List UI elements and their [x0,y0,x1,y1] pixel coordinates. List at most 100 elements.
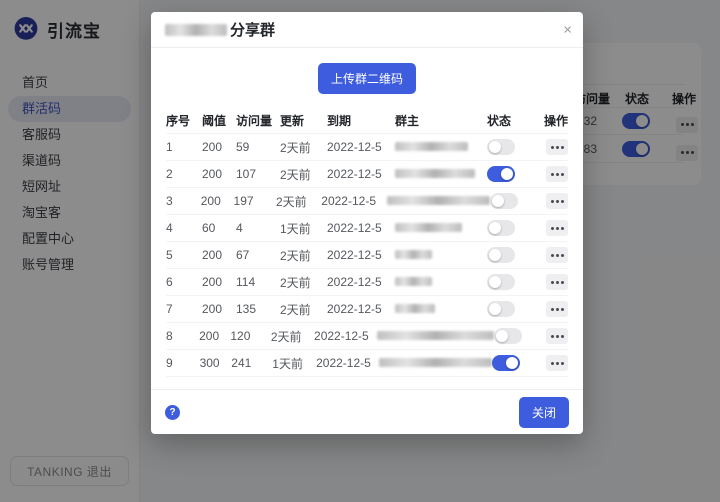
cell-expires: 2022-12-5 [321,194,387,208]
cell-updated: 1天前 [272,355,316,372]
cell-updated: 2天前 [280,139,327,156]
row-actions-button[interactable] [546,220,568,236]
redacted-owner-name [395,223,462,232]
table-row: 6 200 114 2天前 2022-12-5 [166,269,568,296]
row-actions-button[interactable] [546,247,568,263]
ellipsis-icon [551,173,554,176]
col-header-threshold: 阈值 [202,112,236,129]
share-group-modal: 分享群 × 上传群二维码 序号 阈值 访问量 更新 到期 群主 状态 操作 1 … [151,12,583,434]
cell-index: 5 [166,248,202,262]
redacted-owner-name [395,277,432,286]
redacted-owner-name [395,250,432,259]
cell-actions [544,139,568,155]
ellipsis-icon [551,335,554,338]
cell-visits: 120 [230,329,270,343]
cell-expires: 2022-12-5 [314,329,377,343]
status-toggle[interactable] [490,193,518,209]
help-icon[interactable]: ? [165,405,180,420]
row-actions-button[interactable] [546,193,568,209]
toggle-knob [492,195,504,207]
redacted-owner-name [377,331,494,340]
cell-index: 1 [166,140,202,154]
cell-owner [395,221,487,235]
col-header-actions: 操作 [544,112,568,129]
cell-threshold: 200 [202,302,236,316]
table-row: 1 200 59 2天前 2022-12-5 [166,134,568,161]
cell-actions [544,247,568,263]
ellipsis-icon [551,254,554,257]
cell-threshold: 200 [201,194,234,208]
col-header-updated: 更新 [280,112,327,129]
modal-title-text: 分享群 [230,19,275,40]
col-header-status: 状态 [487,112,544,129]
table-row: 7 200 135 2天前 2022-12-5 [166,296,568,323]
cell-visits: 114 [236,275,280,289]
close-button[interactable]: 关闭 [519,397,569,428]
upload-row: 上传群二维码 [151,63,583,94]
status-toggle[interactable] [487,247,515,263]
status-toggle[interactable] [487,139,515,155]
cell-visits: 4 [236,221,280,235]
close-icon[interactable]: × [563,22,572,37]
modal-header: 分享群 × [151,12,583,48]
row-actions-button[interactable] [546,328,568,344]
status-toggle[interactable] [487,220,515,236]
cell-actions [544,166,568,182]
cell-threshold: 200 [202,275,236,289]
cell-status [487,220,544,236]
status-toggle[interactable] [487,274,515,290]
toggle-knob [489,276,501,288]
cell-visits: 67 [236,248,280,262]
cell-updated: 2天前 [280,274,327,291]
cell-index: 3 [166,194,201,208]
cell-actions [546,328,568,344]
cell-visits: 241 [231,356,272,370]
toggle-knob [496,330,508,342]
redacted-owner-name [395,142,468,151]
cell-owner [379,356,492,370]
cell-status [490,193,545,209]
cell-status [487,247,544,263]
ellipsis-icon [551,200,554,203]
cell-owner [387,194,490,208]
row-actions-button[interactable] [546,301,568,317]
table-row: 9 300 241 1天前 2022-12-5 [166,350,568,377]
cell-expires: 2022-12-5 [327,221,395,235]
status-toggle[interactable] [494,328,522,344]
cell-visits: 107 [236,167,280,181]
cell-actions [546,355,568,371]
ellipsis-icon [551,146,554,149]
table-row: 3 200 197 2天前 2022-12-5 [166,188,568,215]
cell-index: 8 [166,329,199,343]
cell-actions [545,193,568,209]
status-toggle[interactable] [487,301,515,317]
redacted-group-name [165,24,227,36]
table-row: 8 200 120 2天前 2022-12-5 [166,323,568,350]
col-header-expires: 到期 [327,112,395,129]
cell-threshold: 200 [202,167,236,181]
status-toggle[interactable] [487,166,515,182]
status-toggle[interactable] [492,355,520,371]
row-actions-button[interactable] [546,274,568,290]
redacted-owner-name [395,304,435,313]
cell-status [487,301,544,317]
row-actions-button[interactable] [546,139,568,155]
cell-status [487,139,544,155]
cell-index: 4 [166,221,202,235]
table-row: 2 200 107 2天前 2022-12-5 [166,161,568,188]
row-actions-button[interactable] [546,355,568,371]
toggle-knob [489,249,501,261]
col-header-visits: 访问量 [236,112,280,129]
cell-threshold: 300 [200,356,232,370]
cell-updated: 2天前 [271,328,314,345]
cell-actions [544,274,568,290]
row-actions-button[interactable] [546,166,568,182]
cell-index: 9 [166,356,200,370]
cell-status [492,355,545,371]
upload-qr-button[interactable]: 上传群二维码 [318,63,416,94]
cell-visits: 197 [234,194,276,208]
cell-owner [395,140,487,154]
cell-status [487,166,544,182]
cell-expires: 2022-12-5 [316,356,379,370]
redacted-owner-name [387,196,490,205]
